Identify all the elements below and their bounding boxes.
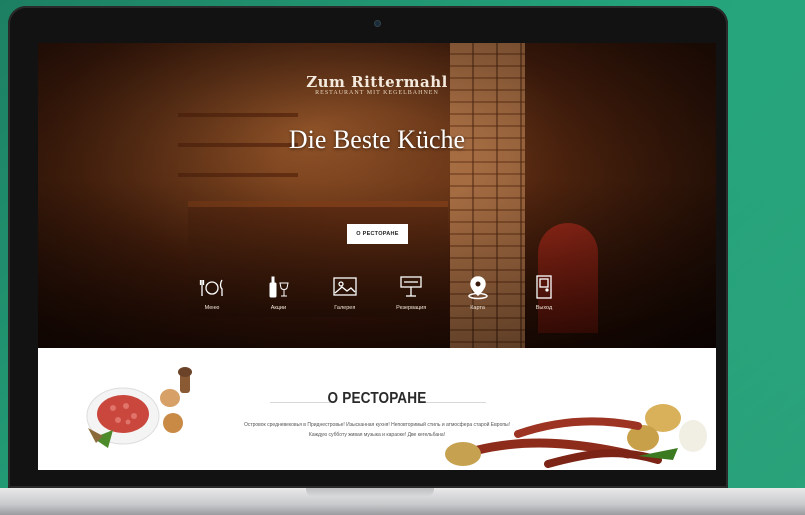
reservation-sign-icon — [400, 276, 422, 297]
nav-item-map[interactable]: Карта — [454, 274, 502, 319]
logo-subtitle: RESTAURANT MIT KEGELBAHNEN — [315, 90, 439, 96]
about-restaurant-button[interactable]: О РЕСТОРАНЕ — [347, 224, 408, 244]
nav-label: Карта — [470, 305, 485, 311]
icon-navigation: Меню Акции Галерея Резервация Карта Выхо… — [188, 274, 568, 319]
sausages-potatoes-image — [445, 404, 707, 468]
hero-section: Zum Rittermahl RESTAURANT MIT KEGELBAHNE… — [38, 43, 716, 348]
logo-name: Zum Rittermahl — [306, 73, 448, 91]
door-icon — [536, 275, 552, 299]
nav-item-gallery[interactable]: Галерея — [321, 274, 369, 319]
map-pin-icon — [467, 276, 488, 300]
wine-icon — [269, 276, 290, 298]
image-icon — [333, 277, 357, 296]
website-screen: Zum Rittermahl RESTAURANT MIT KEGELBAHNE… — [38, 43, 716, 470]
nav-label: Галерея — [334, 305, 356, 311]
cutlery-icon — [199, 279, 223, 296]
nav-item-menu[interactable]: Меню — [188, 274, 236, 319]
laptop-notch — [306, 488, 434, 497]
camera-icon — [374, 20, 381, 27]
about-section: О РЕСТОРАНЕ Островок средневековья в При… — [38, 348, 716, 470]
nav-item-reservation[interactable]: Резервация — [387, 274, 435, 319]
minced-meat-plate-image — [86, 367, 192, 448]
nav-label: Резервация — [396, 305, 427, 311]
laptop-frame: Zum Rittermahl RESTAURANT MIT KEGELBAHNE… — [8, 6, 728, 488]
site-logo[interactable]: Zum Rittermahl RESTAURANT MIT KEGELBAHNE… — [38, 73, 716, 96]
nav-label: Выход — [535, 305, 553, 311]
nav-label: Акции — [270, 305, 287, 311]
nav-item-exit[interactable]: Выход — [520, 274, 568, 319]
hero-title: Die Beste Küche — [288, 125, 466, 154]
nav-label: Меню — [204, 305, 220, 311]
nav-item-promotions[interactable]: Акции — [254, 274, 302, 319]
